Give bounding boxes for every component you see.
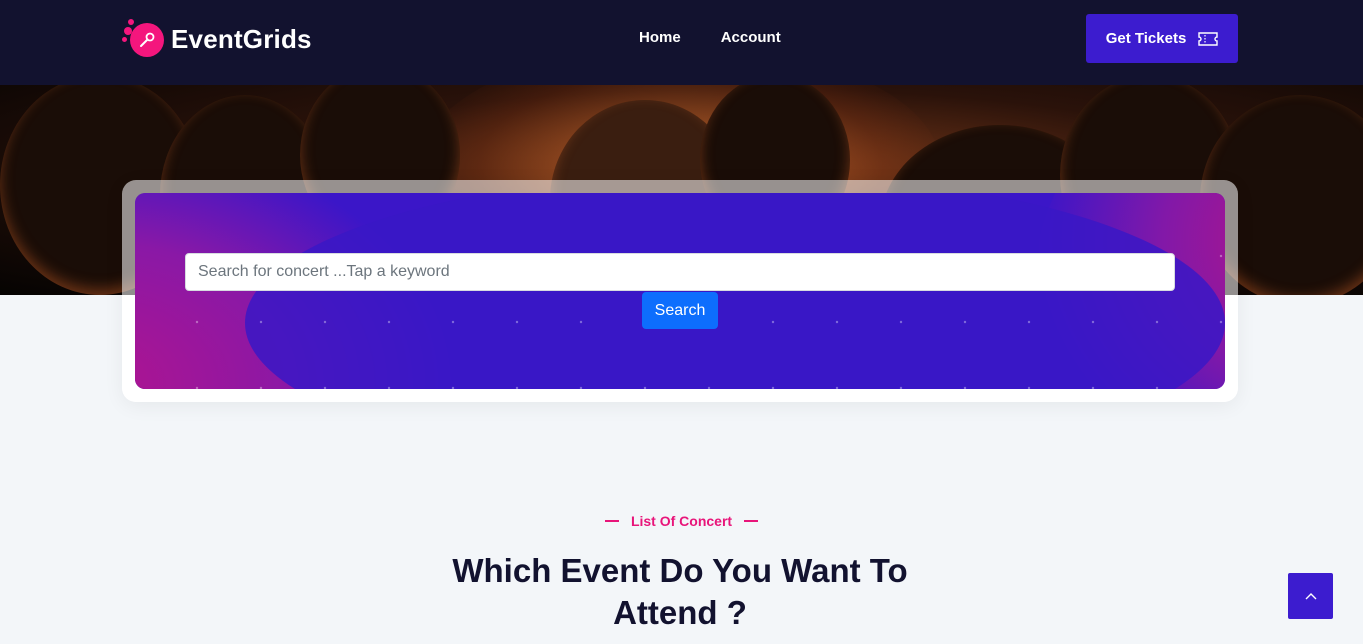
scroll-to-top-button[interactable] bbox=[1288, 573, 1333, 619]
section-eyebrow: List Of Concert bbox=[0, 513, 1363, 529]
get-tickets-label: Get Tickets bbox=[1105, 30, 1187, 47]
search-button[interactable]: Search bbox=[642, 292, 718, 329]
microphone-logo-icon bbox=[122, 19, 166, 59]
brand-name: EventGrids bbox=[171, 23, 312, 54]
nav-item-home[interactable]: Home bbox=[639, 29, 681, 46]
brand-logo[interactable]: EventGrids bbox=[122, 19, 312, 59]
search-input[interactable] bbox=[185, 253, 1175, 291]
eyebrow-dash-right bbox=[744, 520, 759, 522]
get-tickets-button[interactable]: Get Tickets bbox=[1086, 14, 1238, 63]
eyebrow-dash-left bbox=[604, 520, 619, 522]
nav-item-account[interactable]: Account bbox=[721, 29, 781, 46]
search-panel bbox=[135, 193, 1225, 389]
site-header: EventGrids Home Account Get Tickets bbox=[0, 0, 1363, 85]
main-nav: Home Account bbox=[639, 29, 781, 46]
eyebrow-text: List Of Concert bbox=[630, 513, 733, 529]
section-title: Which Event Do You Want To Attend ? bbox=[452, 552, 908, 631]
chevron-up-icon bbox=[1305, 593, 1316, 600]
ticket-icon bbox=[1198, 31, 1218, 46]
